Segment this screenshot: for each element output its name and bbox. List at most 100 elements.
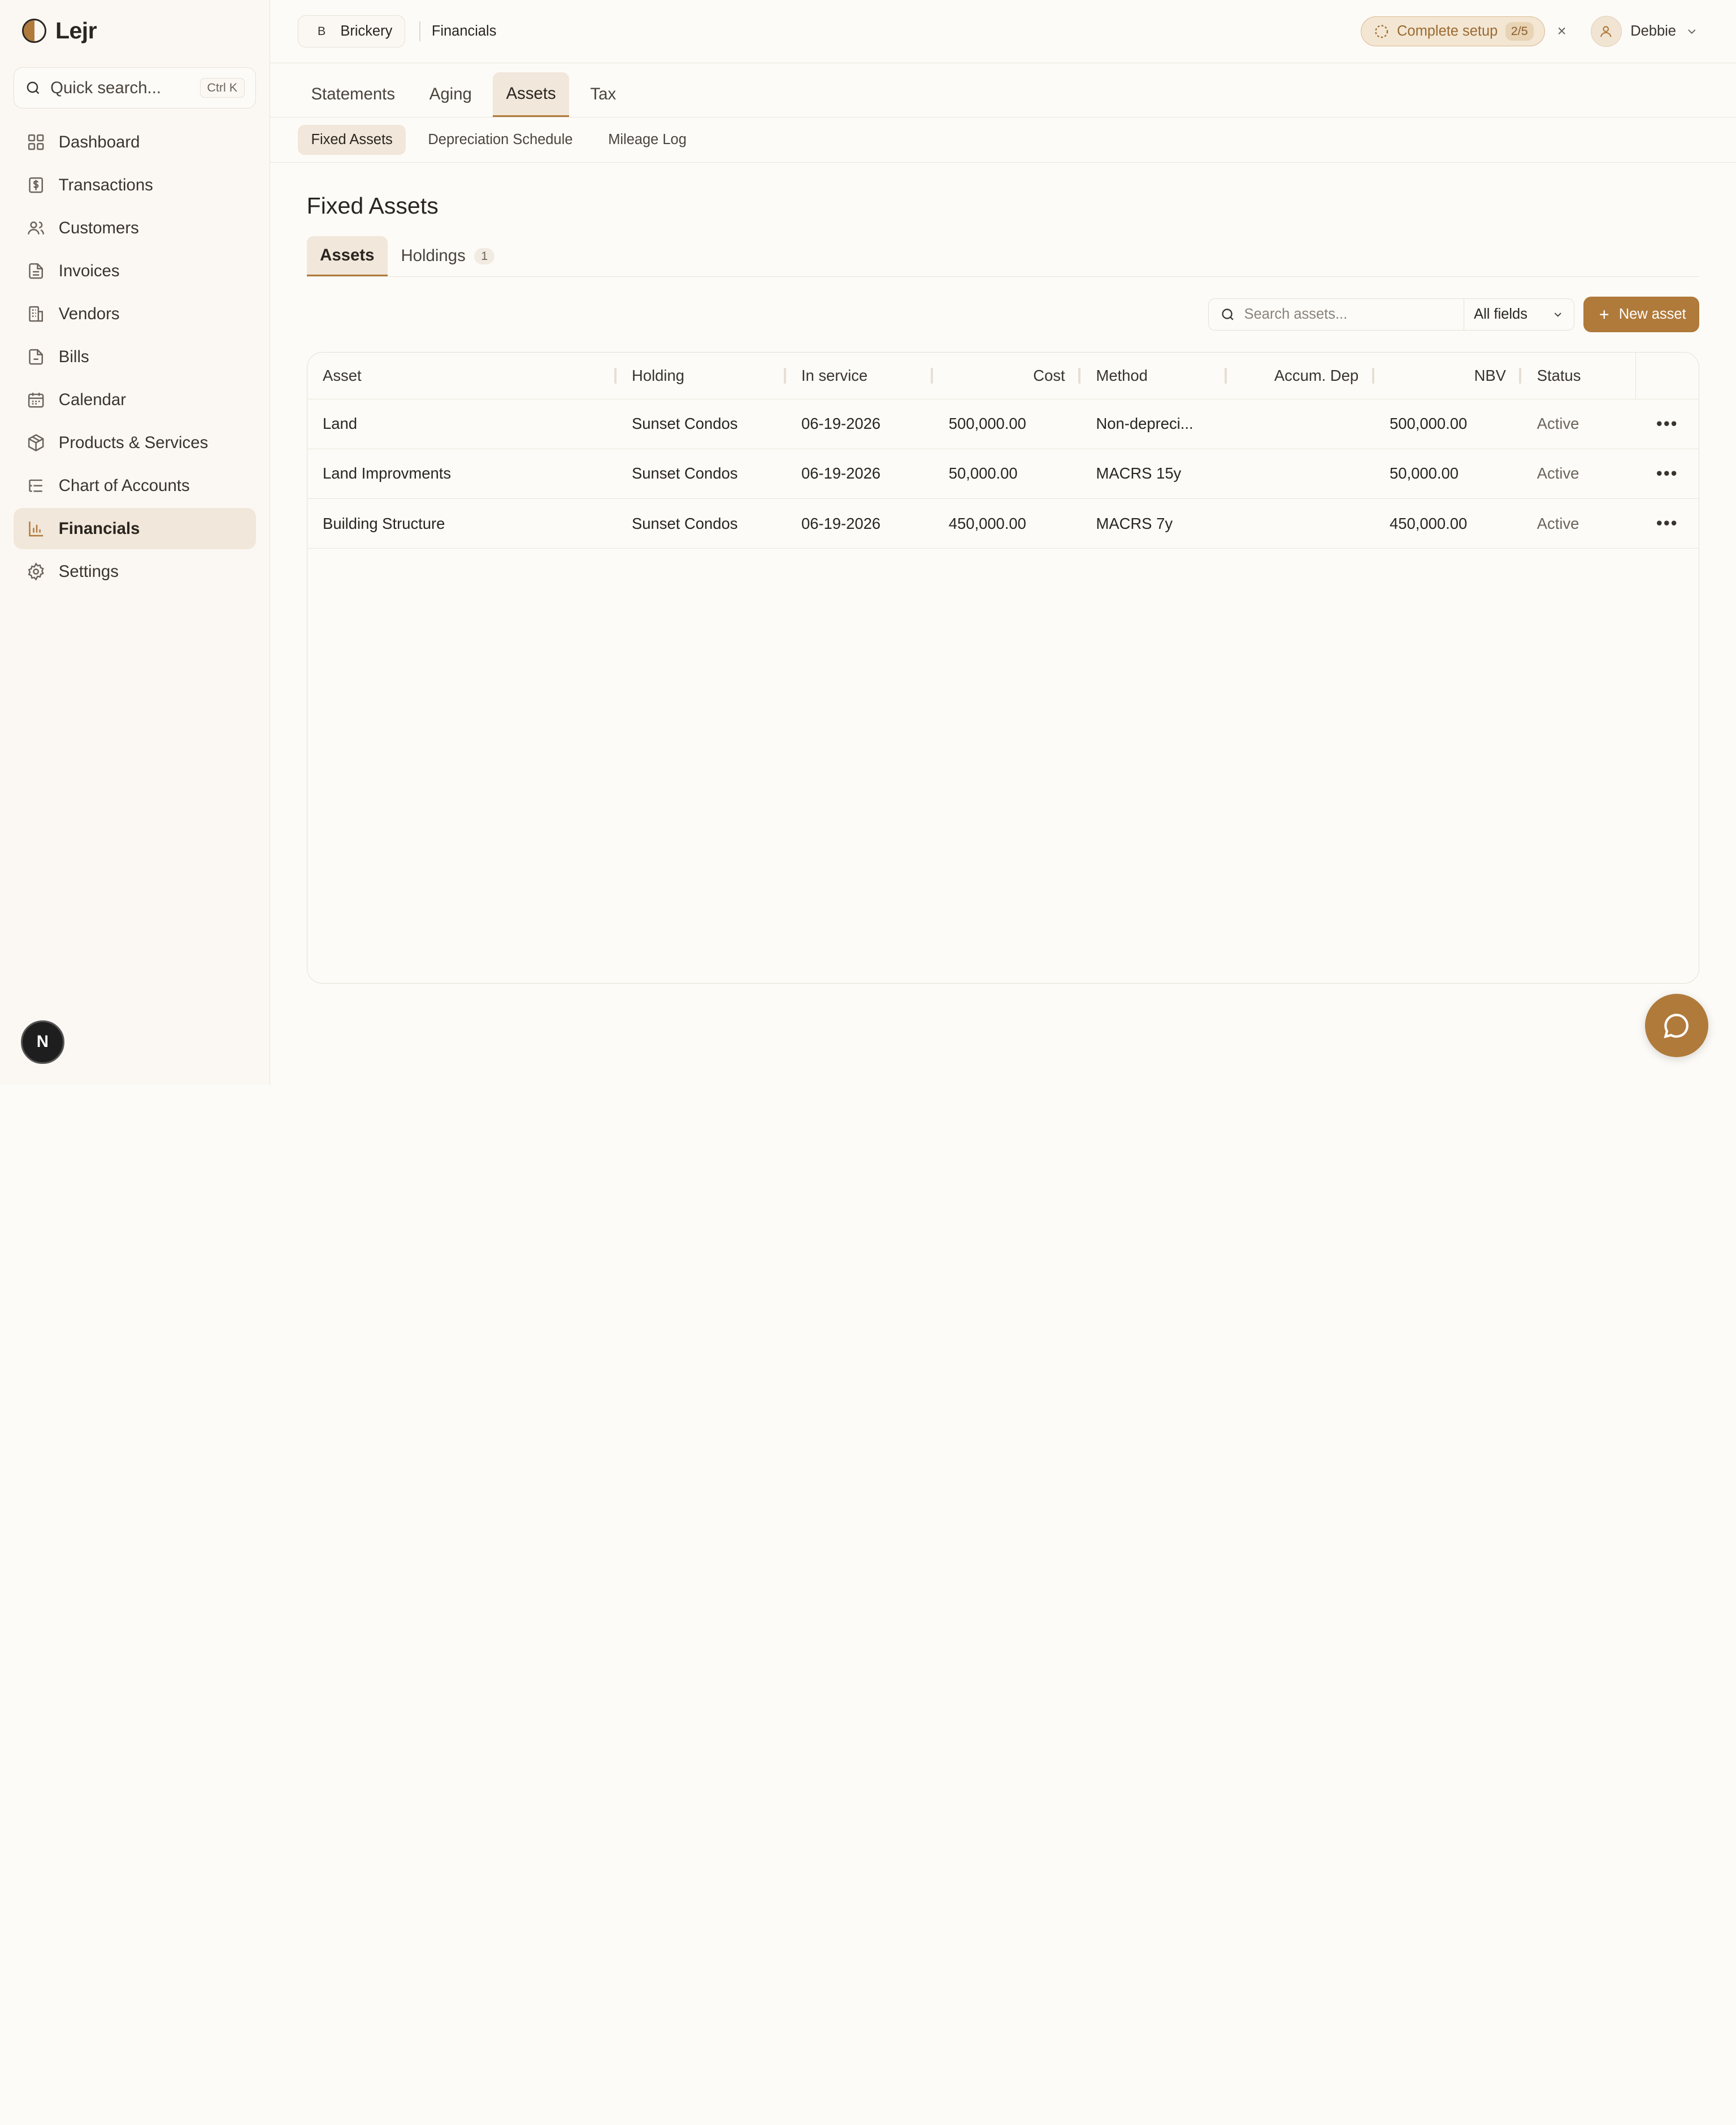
tab-aging[interactable]: Aging	[416, 72, 485, 116]
col-header-method[interactable]: Method	[1080, 352, 1227, 399]
sidebar-item-bills[interactable]: Bills	[14, 336, 257, 377]
page-title: Fixed Assets	[306, 192, 439, 219]
dev-badge[interactable]: N	[21, 1020, 64, 1064]
list-tree-icon	[29, 479, 42, 492]
cell-in-service: 06-19-2026	[785, 399, 934, 449]
brand[interactable]: Lejr	[0, 0, 270, 62]
tab-label: Holdings	[401, 246, 466, 266]
asset-search-input[interactable]: Search assets...	[1208, 298, 1464, 331]
tab-fixed-assets[interactable]: Fixed Assets	[297, 124, 406, 155]
sidebar-item-label: Chart of Accounts	[58, 476, 190, 495]
cell-asset: Land	[307, 399, 617, 449]
cell-asset: Land Improvments	[307, 449, 617, 499]
asset-tabs: Assets Holdings 1	[306, 236, 1700, 277]
cell-nbv: 500,000.00	[1374, 399, 1522, 449]
tab-holdings[interactable]: Holdings 1	[388, 236, 507, 276]
more-horizontal-icon: •••	[1656, 413, 1678, 433]
tab-statements[interactable]: Statements	[298, 72, 409, 116]
sidebar-item-label: Transactions	[58, 175, 153, 194]
sidebar-item-vendors[interactable]: Vendors	[14, 293, 257, 334]
cell-in-service: 06-19-2026	[785, 449, 934, 499]
sidebar-item-label: Vendors	[58, 304, 120, 323]
more-horizontal-icon: •••	[1656, 513, 1678, 533]
col-header-in-service[interactable]: In service	[785, 352, 934, 399]
field-filter-value: All fields	[1474, 306, 1527, 322]
quick-search[interactable]: Quick search... Ctrl K	[13, 67, 257, 108]
secondary-tabs: Fixed Assets Depreciation Schedule Milea…	[270, 118, 1736, 163]
col-header-nbv[interactable]: NBV	[1374, 352, 1522, 399]
cell-method: Non-depreci...	[1080, 399, 1227, 449]
complete-setup-button[interactable]: Complete setup 2/5	[1361, 16, 1546, 46]
table-row[interactable]: Land Sunset Condos 06-19-2026 500,000.00…	[307, 399, 1699, 449]
sidebar-item-label: Customers	[58, 218, 139, 237]
tab-depreciation-schedule[interactable]: Depreciation Schedule	[415, 125, 586, 155]
breadcrumb-section: Financials	[431, 23, 497, 39]
row-actions-button[interactable]: •••	[1635, 399, 1699, 449]
row-actions-button[interactable]: •••	[1635, 498, 1699, 549]
cell-method: MACRS 7y	[1080, 498, 1227, 549]
cell-holding: Sunset Condos	[616, 449, 786, 499]
table-row[interactable]: Land Improvments Sunset Condos 06-19-202…	[307, 449, 1699, 499]
field-filter-select[interactable]: All fields	[1464, 298, 1575, 331]
file-text-icon	[29, 263, 43, 279]
sidebar-item-customers[interactable]: Customers	[14, 207, 257, 248]
building-icon	[29, 306, 43, 322]
col-header-cost[interactable]: Cost	[933, 352, 1081, 399]
col-header-actions	[1635, 352, 1699, 399]
user-menu[interactable]: Debbie	[1590, 15, 1698, 47]
cell-status: Active	[1521, 399, 1636, 449]
table-header-row: Asset Holding In service Cost Method Acc…	[307, 352, 1699, 399]
col-header-holding[interactable]: Holding	[616, 352, 786, 399]
file-icon	[29, 349, 43, 365]
search-icon	[27, 81, 40, 94]
sidebar-item-settings[interactable]: Settings	[14, 551, 257, 592]
close-icon[interactable]: ×	[1557, 22, 1566, 40]
cell-status: Active	[1521, 449, 1636, 499]
sidebar: Lejr Quick search... Ctrl K Dashboard Tr…	[0, 0, 270, 1085]
sidebar-item-products-services[interactable]: Products & Services	[14, 422, 257, 463]
sidebar-item-label: Calendar	[58, 390, 127, 409]
sidebar-item-calendar[interactable]: Calendar	[14, 379, 257, 420]
sidebar-item-chart-of-accounts[interactable]: Chart of Accounts	[14, 465, 257, 506]
chat-bubble-icon	[1664, 1013, 1689, 1038]
tab-mileage-log[interactable]: Mileage Log	[595, 125, 700, 155]
sidebar-item-transactions[interactable]: Transactions	[14, 164, 257, 205]
new-asset-button[interactable]: New asset	[1583, 296, 1700, 332]
org-initial: B	[317, 24, 326, 38]
cell-method: MACRS 15y	[1080, 449, 1227, 499]
tab-assets[interactable]: Assets	[493, 72, 570, 117]
sidebar-item-label: Dashboard	[58, 132, 140, 151]
tab-assets-list[interactable]: Assets	[306, 236, 388, 276]
new-asset-label: New asset	[1618, 306, 1686, 322]
cell-cost: 450,000.00	[933, 498, 1081, 549]
col-header-asset[interactable]: Asset	[307, 352, 617, 399]
holdings-count-badge: 1	[474, 247, 494, 264]
tab-tax[interactable]: Tax	[577, 72, 630, 116]
col-header-accum-dep[interactable]: Accum. Dep	[1226, 352, 1374, 399]
content: Fixed Assets Assets Holdings 1 Search as…	[270, 193, 1736, 984]
table-row[interactable]: Building Structure Sunset Condos 06-19-2…	[307, 498, 1699, 549]
cell-accum-dep	[1226, 399, 1374, 449]
sidebar-item-financials[interactable]: Financials	[13, 508, 257, 549]
sidebar-item-label: Settings	[58, 562, 119, 581]
sidebar-item-label: Financials	[58, 519, 140, 538]
cell-nbv: 50,000.00	[1374, 449, 1522, 499]
plus-icon	[1599, 310, 1608, 319]
sidebar-item-dashboard[interactable]: Dashboard	[14, 121, 257, 162]
avatar	[1590, 15, 1622, 47]
cell-cost: 50,000.00	[933, 449, 1081, 499]
org-switcher[interactable]: B Brickery	[297, 15, 405, 47]
user-name: Debbie	[1630, 23, 1676, 39]
cell-cost: 500,000.00	[933, 399, 1081, 449]
cell-holding: Sunset Condos	[616, 498, 786, 549]
cell-status: Active	[1521, 498, 1636, 549]
dollar-doc-icon	[29, 177, 43, 193]
cell-accum-dep	[1226, 498, 1374, 549]
row-actions-button[interactable]: •••	[1635, 449, 1699, 499]
chat-button[interactable]	[1645, 994, 1708, 1057]
topbar-right: Complete setup 2/5 × Debbie	[1361, 15, 1708, 47]
primary-tabs: Statements Aging Assets Tax	[270, 63, 1736, 118]
col-header-status[interactable]: Status	[1521, 352, 1636, 399]
sidebar-item-invoices[interactable]: Invoices	[14, 250, 257, 291]
grid-icon	[28, 134, 44, 150]
